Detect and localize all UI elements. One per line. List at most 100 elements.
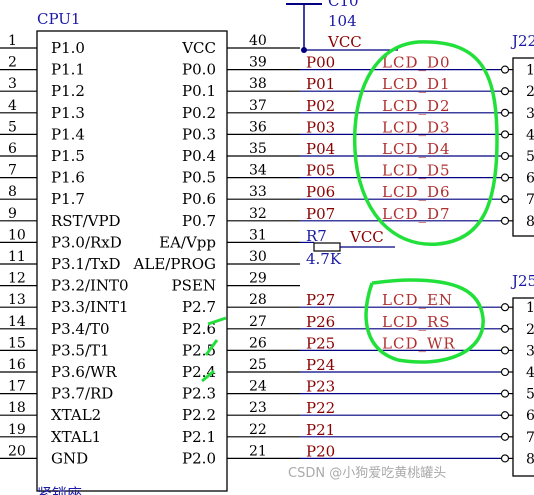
cap-name: C10 (328, 0, 359, 10)
pin-name: P1.2 (51, 82, 85, 100)
net-label: P07 (306, 205, 335, 223)
lcd-ctrl-label: LCD_RS (382, 313, 451, 331)
lcd-ctrl-label: LCD_WR (382, 334, 456, 352)
pin-name: P0.4 (182, 147, 216, 165)
pin-number: 38 (249, 76, 267, 92)
vcc-label: VCC (327, 33, 362, 51)
pin-name: P3.4/T0 (51, 320, 110, 338)
lcd-data-label: LCD_D7 (382, 205, 451, 223)
pin-name: P1.5 (51, 147, 85, 165)
pin-name: P2.2 (182, 406, 216, 424)
lcd-data-label: LCD_D3 (382, 118, 451, 136)
pin-number: 40 (249, 33, 267, 49)
connector-pin-circle (500, 108, 510, 117)
net-label: P20 (306, 442, 335, 460)
pin-number: 4 (8, 98, 17, 114)
connector-pin-number: 3 (526, 343, 534, 359)
connector-pin-number: 3 (526, 106, 534, 122)
pin-name: P1.3 (51, 104, 85, 122)
lcd-data-label: LCD_D1 (382, 75, 451, 93)
connector-pin-number: 6 (526, 171, 534, 187)
pin-name: GND (51, 449, 88, 467)
pin-number: 39 (249, 55, 267, 71)
lcd-data-label: LCD_D2 (382, 97, 451, 115)
pin-name: P3.3/INT1 (51, 298, 129, 316)
pin-name: P1.1 (51, 61, 85, 79)
pin-name: P2.7 (182, 298, 216, 316)
connector-pin-number: 1 (526, 300, 534, 316)
pin-name: P0.7 (182, 212, 216, 230)
pin-number: 29 (249, 271, 267, 287)
pin-number: 15 (8, 335, 26, 351)
pin-name: P0.0 (182, 61, 216, 79)
net-label: P03 (306, 118, 335, 136)
pin-name: XTAL2 (51, 406, 101, 424)
connector-pin-circle (500, 130, 510, 139)
pin-number: 6 (8, 141, 17, 157)
pin-number: 33 (249, 184, 267, 200)
pin-name: P3.5/T1 (51, 341, 110, 359)
pin-number: 30 (249, 249, 267, 265)
lcd-data-label: LCD_D4 (382, 140, 451, 158)
pin-number: 22 (249, 422, 267, 438)
connector-pin-number: 8 (526, 451, 534, 467)
net-label: P22 (306, 399, 335, 417)
connector-j22-label: J22 (510, 32, 534, 50)
connector-pin-number: 2 (526, 84, 534, 100)
pin-name: P1.4 (51, 125, 85, 143)
pin-name: P2.3 (182, 385, 216, 403)
pin-name: XTAL1 (51, 428, 101, 446)
lcd-data-label: LCD_D0 (382, 54, 451, 72)
net-label: P27 (306, 291, 335, 309)
resistor-rail: VCC (349, 228, 384, 246)
pin-number: 5 (8, 119, 17, 135)
connector-pin-circle (500, 65, 510, 74)
pin-name: P0.5 (182, 169, 216, 187)
cap-value: 104 (328, 12, 357, 30)
pin-number: 19 (8, 422, 26, 438)
net-label: P05 (306, 162, 335, 180)
connector-j25-label: J25 (510, 272, 534, 290)
connector-pin-number: 7 (526, 430, 534, 446)
connector-pin-circle (500, 411, 510, 420)
connector-pin-number: 5 (526, 387, 534, 403)
pin-number: 21 (249, 443, 267, 459)
pin-name: P0.6 (182, 190, 216, 208)
connector-pin-number: 8 (526, 214, 534, 230)
pin-number: 16 (8, 357, 26, 373)
pin-name: P1.6 (51, 169, 85, 187)
pin-name: VCC (181, 39, 216, 57)
pin-number: 12 (8, 271, 26, 287)
pin-name: ALE/PROG (133, 255, 216, 273)
connector-pin-circle (500, 195, 510, 204)
pin-name: P3.0/RxD (51, 233, 122, 251)
pin-number: 31 (249, 227, 267, 243)
pin-number: 13 (8, 292, 26, 308)
schematic: CPU1 C10 104 VCC R7 4.7K VCC J22 J25 1 P1… (0, 0, 534, 495)
net-label: P25 (306, 334, 335, 352)
chip-title: CPU1 (37, 10, 81, 28)
lcd-data-label: LCD_D6 (382, 183, 451, 201)
pin-number: 35 (249, 141, 267, 157)
pin-name: RST/VPD (51, 212, 121, 230)
pin-number: 32 (249, 206, 267, 222)
pin-name: P0.2 (182, 104, 216, 122)
pin-name: P1.0 (51, 39, 85, 57)
pin-name: P3.2/INT0 (51, 277, 129, 295)
pin-number: 1 (8, 33, 17, 49)
pin-number: 34 (249, 163, 267, 179)
net-label: P00 (306, 54, 335, 72)
connector-pin-circle (500, 432, 510, 441)
connector-pin-circle (500, 324, 510, 333)
lcd-data-label: LCD_D5 (382, 162, 451, 180)
connector-pin-circle (500, 87, 510, 96)
connector-pin-number: 4 (526, 127, 534, 143)
pin-number: 3 (8, 76, 17, 92)
pin-name: P0.1 (182, 82, 216, 100)
connector-pin-number: 2 (526, 322, 534, 338)
connector-pin-circle (500, 173, 510, 182)
pin-name: P1.7 (51, 190, 85, 208)
connector-pin-circle (500, 367, 510, 377)
pin-number: 9 (8, 206, 17, 222)
connector-pin-number: 1 (526, 63, 534, 79)
